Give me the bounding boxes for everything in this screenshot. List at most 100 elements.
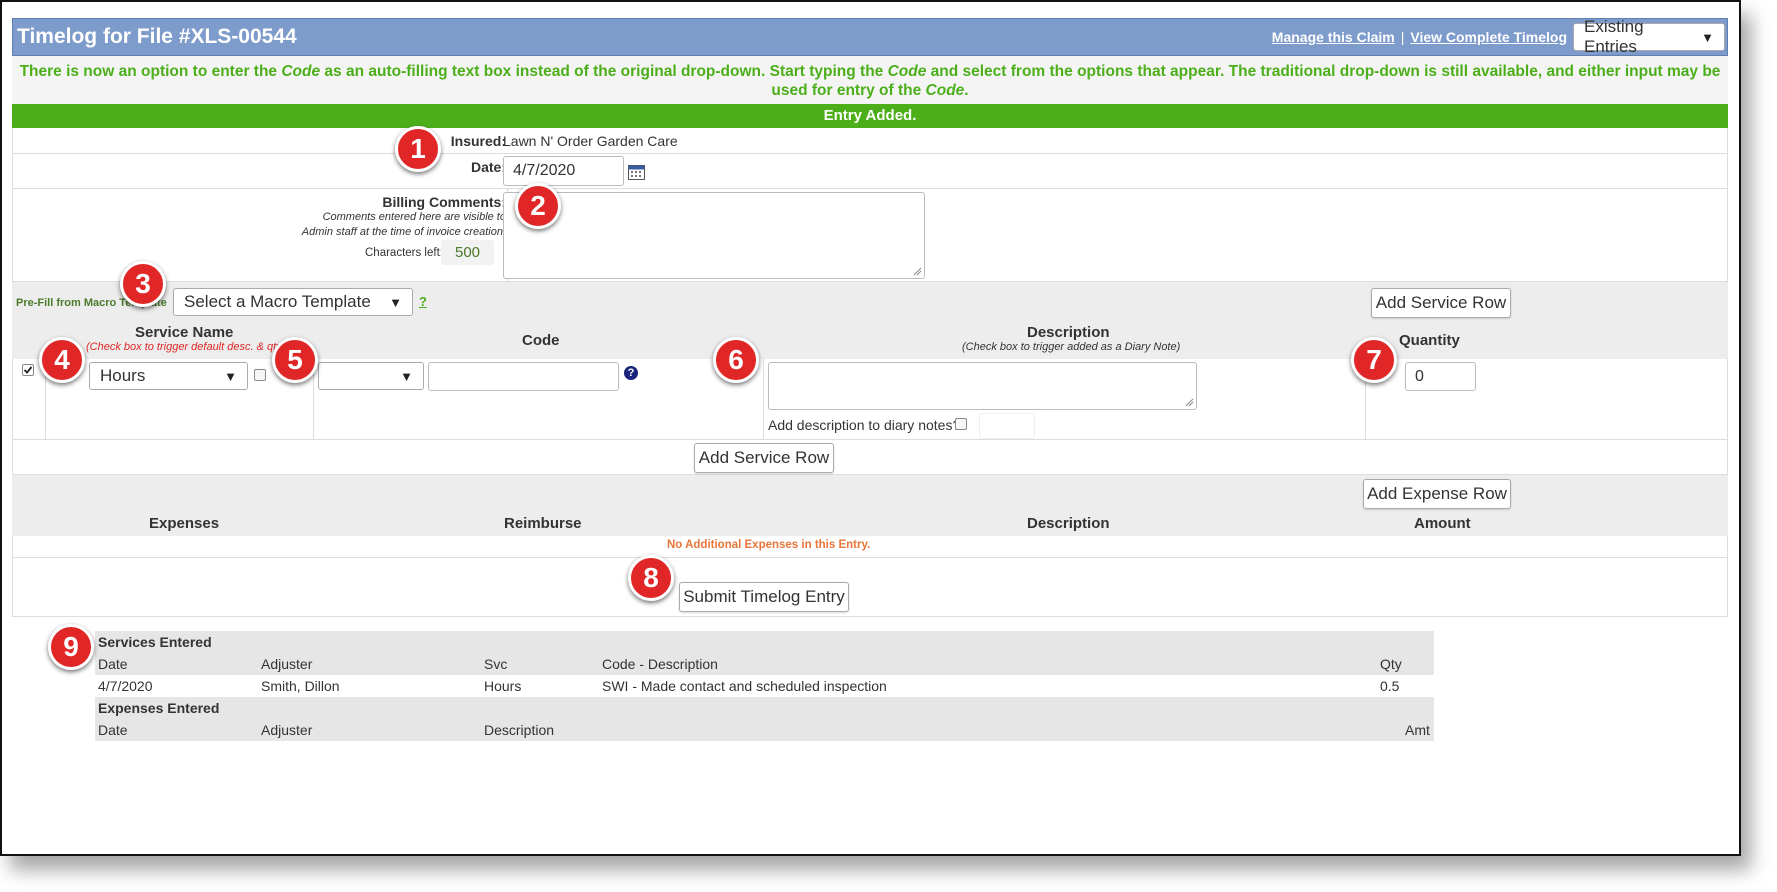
- notice-code-word: Code: [887, 63, 927, 80]
- svc-col-date: Date: [98, 656, 128, 672]
- notice-code-word: Code: [925, 82, 965, 99]
- chevron-down-icon: ▼: [389, 294, 402, 310]
- billing-note-1: Comments entered here are visible to: [322, 211, 506, 223]
- services-entered-title: Services Entered: [98, 634, 212, 650]
- add-service-row-bar: Add Service Row: [12, 440, 1728, 475]
- service-header: Service Name (Check box to trigger defau…: [12, 324, 1728, 359]
- service-name-value: Hours: [100, 366, 146, 385]
- description-textarea[interactable]: [768, 362, 1197, 410]
- help-icon[interactable]: ?: [624, 366, 638, 380]
- billing-label: Billing Comments:: [382, 194, 506, 210]
- table-row: 4/7/2020 Smith, Dillon Hours SWI - Made …: [95, 675, 1434, 697]
- exp-col-date: Date: [98, 722, 128, 738]
- col-description: Description: [1027, 324, 1110, 341]
- exp-col-description: Description: [484, 722, 555, 738]
- callout-badge-1: 1: [395, 126, 441, 172]
- link-separator: |: [1400, 29, 1405, 45]
- view-timelog-link[interactable]: View Complete Timelog: [1410, 29, 1567, 45]
- code-select[interactable]: ▼: [318, 362, 424, 390]
- col-code: Code: [522, 332, 560, 349]
- exp-col-amt: Amt: [1405, 722, 1430, 738]
- macro-template-select[interactable]: Select a Macro Template ▼: [173, 288, 413, 316]
- date-input[interactable]: 4/7/2020: [503, 156, 624, 186]
- macro-template-value: Select a Macro Template: [184, 292, 371, 311]
- timelog-panel: Timelog for File #XLS-00544 Manage this …: [12, 17, 1728, 617]
- expenses-entered-title: Expenses Entered: [98, 700, 220, 716]
- expenses-header: Add Expense Row Expenses Reimburse Descr…: [12, 475, 1728, 536]
- col-quantity: Quantity: [1399, 332, 1460, 349]
- description-note: (Check box to trigger added as a Diary N…: [962, 341, 1181, 353]
- svc-col-adjuster: Adjuster: [261, 656, 313, 672]
- notice-text-4: .: [964, 82, 969, 99]
- service-name-note: (Check box to trigger default desc. & qt…: [86, 341, 286, 353]
- macro-help-link[interactable]: ?: [419, 294, 427, 309]
- resize-handle-icon: [913, 267, 922, 276]
- notice-text-1: There is now an option to enter the: [19, 63, 282, 80]
- svc-cell-code-description: SWI - Made contact and scheduled inspect…: [602, 678, 887, 694]
- existing-entries-select[interactable]: Existing Entries ▼: [1573, 17, 1725, 56]
- exp-col-adjuster: Adjuster: [261, 722, 313, 738]
- add-expense-row-button[interactable]: Add Expense Row: [1363, 479, 1511, 509]
- callout-badge-6: 6: [713, 337, 759, 383]
- code-input-notice: There is now an option to enter the Code…: [12, 56, 1728, 104]
- service-row: Hours ▼ ▼ ? Add description to diary not…: [12, 359, 1728, 440]
- callout-badge-7: 7: [1351, 337, 1397, 383]
- billing-row: Billing Comments: Comments entered here …: [12, 189, 1728, 282]
- svc-col-qty: Qty: [1380, 656, 1402, 672]
- date-value: 4/7/2020: [513, 162, 576, 179]
- status-banner: Entry Added.: [12, 104, 1728, 128]
- callout-badge-2: 2: [515, 183, 561, 229]
- quantity-input[interactable]: 0: [1405, 362, 1476, 391]
- callout-badge-4: 4: [39, 337, 85, 383]
- insured-value: Lawn N' Order Garden Care: [503, 133, 678, 149]
- col-reimburse: Reimburse: [504, 515, 582, 532]
- default-desc-checkbox[interactable]: [254, 369, 266, 381]
- diary-notes-checkbox[interactable]: [955, 418, 967, 430]
- chevron-down-icon: ▼: [400, 368, 413, 384]
- notice-code-word: Code: [281, 63, 321, 80]
- add-service-row-button-top[interactable]: Add Service Row: [1371, 288, 1511, 318]
- existing-entries-value: Existing Entries: [1584, 17, 1644, 56]
- insured-row: Insured: Lawn N' Order Garden Care: [12, 128, 1728, 154]
- svc-cell-svc: Hours: [484, 678, 522, 694]
- date-row: Date: 4/7/2020: [12, 154, 1728, 189]
- diary-notes-label: Add description to diary notes?: [768, 417, 961, 433]
- callout-badge-3: 3: [120, 261, 166, 307]
- submit-timelog-button[interactable]: Submit Timelog Entry: [679, 582, 849, 612]
- expenses-empty-row: No Additional Expenses in this Entry.: [12, 536, 1728, 558]
- chars-left-value: 500: [441, 240, 494, 265]
- service-name-select[interactable]: Hours ▼: [89, 362, 248, 390]
- calendar-icon[interactable]: [628, 164, 645, 180]
- svc-cell-qty: 0.5: [1380, 678, 1400, 694]
- svc-cell-date: 4/7/2020: [98, 678, 153, 694]
- billing-comments-textarea[interactable]: [503, 192, 925, 279]
- expenses-title-row: Expenses Entered: [95, 697, 1434, 719]
- svc-cell-adjuster: Smith, Dillon: [261, 678, 340, 694]
- entries-summary: Services Entered Date Adjuster Svc Code …: [95, 631, 1434, 741]
- callout-badge-8: 8: [628, 555, 674, 601]
- manage-claim-link[interactable]: Manage this Claim: [1272, 29, 1395, 45]
- checkmark-icon: [23, 366, 33, 374]
- title-bar: Timelog for File #XLS-00544 Manage this …: [12, 17, 1728, 56]
- chevron-down-icon: ▼: [224, 368, 237, 384]
- notice-text-2: as an auto-filling text box instead of t…: [320, 63, 888, 80]
- add-service-row-button[interactable]: Add Service Row: [694, 443, 834, 473]
- col-expense-description: Description: [1027, 515, 1110, 532]
- callout-badge-9: 9: [48, 624, 94, 670]
- macro-row: Pre-Fill from Macro Template Select a Ma…: [12, 282, 1728, 324]
- services-title-row: Services Entered: [95, 631, 1434, 653]
- app-window: Timelog for File #XLS-00544 Manage this …: [0, 0, 1741, 856]
- row-select-checkbox[interactable]: [22, 364, 34, 376]
- code-autocomplete-input[interactable]: [428, 362, 619, 391]
- chevron-down-icon: ▼: [1701, 29, 1714, 45]
- services-columns-row: Date Adjuster Svc Code - Description Qty: [95, 653, 1434, 675]
- col-amount: Amount: [1414, 515, 1471, 532]
- svc-col-code-description: Code - Description: [602, 656, 718, 672]
- col-expenses: Expenses: [149, 515, 220, 532]
- column-divider: [763, 359, 764, 439]
- diary-extra-field: [979, 413, 1035, 439]
- callout-badge-5: 5: [272, 337, 318, 383]
- billing-note-2: Admin staff at the time of invoice creat…: [301, 226, 506, 238]
- chars-left-label: Characters left:: [365, 247, 443, 259]
- submit-row: Submit Timelog Entry: [12, 558, 1728, 617]
